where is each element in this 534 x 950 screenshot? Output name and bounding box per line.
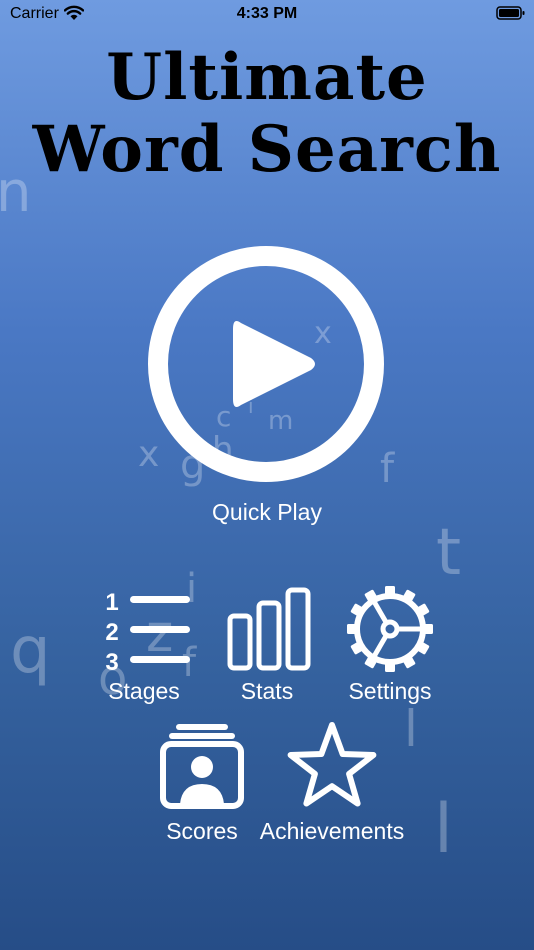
background-letter: q: [10, 614, 51, 688]
settings-button[interactable]: Settings: [340, 586, 440, 705]
screen: Carrier 4:33 PM Ultimate Word Search n x…: [0, 0, 534, 950]
settings-label: Settings: [348, 678, 432, 704]
bar-chart-icon: [227, 587, 311, 671]
list-number: 2: [105, 619, 118, 646]
stats-button[interactable]: Stats: [217, 586, 317, 705]
numbered-list-icon: 1 2 3: [105, 589, 190, 672]
contact-cards-icon: [160, 724, 244, 809]
background-letter: t: [436, 516, 462, 590]
stages-label: Stages: [108, 678, 180, 704]
background-letter: l: [434, 790, 453, 869]
achievements-button[interactable]: Achievements: [256, 720, 408, 845]
background-letter: n: [0, 160, 32, 225]
stats-label: Stats: [240, 678, 294, 704]
quick-play-label: Quick Play: [212, 499, 322, 525]
status-bar: Carrier 4:33 PM: [0, 0, 534, 30]
star-icon: [287, 722, 377, 807]
scores-label: Scores: [166, 818, 238, 844]
stages-button[interactable]: 1 2 3 Stages: [94, 586, 194, 705]
battery-icon: [496, 6, 525, 20]
title-line-2: Word Search: [32, 112, 502, 187]
play-icon: [148, 246, 384, 482]
achievements-label: Achievements: [259, 818, 405, 844]
quick-play-button[interactable]: [147, 245, 385, 483]
list-number: 3: [105, 649, 118, 672]
gear-icon: [347, 586, 433, 672]
title-line-1: Ultimate: [106, 40, 428, 115]
list-number: 1: [105, 589, 118, 616]
scores-button[interactable]: Scores: [152, 720, 252, 845]
clock-label: 4:33 PM: [236, 5, 298, 22]
